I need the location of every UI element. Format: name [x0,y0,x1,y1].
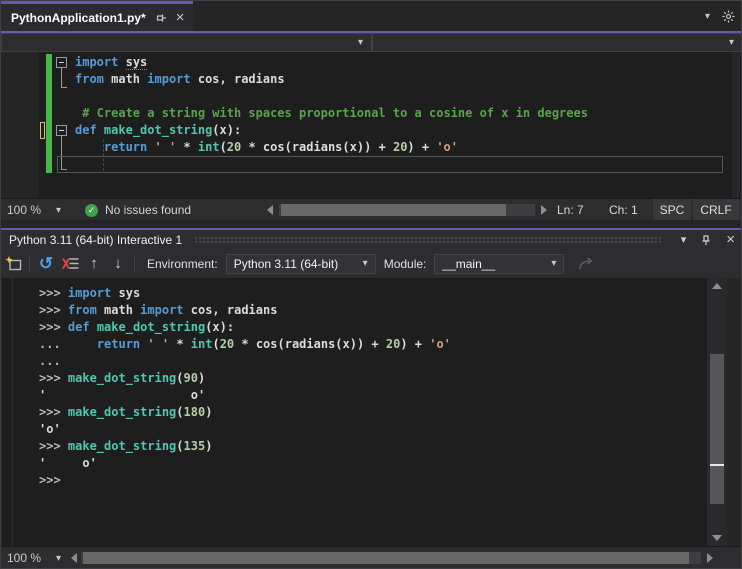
code-line: ... [39,354,61,368]
document-tab[interactable]: PythonApplication1.py* × [1,1,193,31]
scroll-right-arrow[interactable] [703,547,717,568]
editor-horizontal-scrollbar[interactable] [279,204,535,216]
spaces-indicator[interactable]: SPC [653,199,691,221]
document-tab-title: PythonApplication1.py* [11,10,146,25]
code-line: >>> from math import cos, radians [39,303,278,317]
current-line-highlight [57,156,723,173]
line-ending-indicator[interactable]: CRLF [693,199,739,221]
toolbar-separator [29,255,30,272]
environment-label: Environment: [147,256,218,271]
close-icon[interactable]: × [726,232,735,247]
pane-splitter[interactable] [1,220,741,228]
fold-toggle-icon[interactable] [56,57,67,68]
module-dropdown[interactable]: __main__ ▾ [434,253,565,274]
code-line: >>> make_dot_string(90) [39,371,206,385]
chevron-down-icon[interactable]: ▾ [705,11,710,22]
code-line: ' o' [39,456,97,470]
chevron-down-icon: ▾ [55,552,61,564]
module-label: Module: [383,256,427,271]
interactive-code-lines: >>> import sys >>> from math import cos, … [39,285,451,489]
code-line: # Create a string with spaces proportion… [75,106,588,120]
interactive-title: Python 3.11 (64-bit) Interactive 1 [9,232,183,247]
code-line: >>> [39,473,61,487]
code-line: ... return ' ' * int(20 * cos(radians(x)… [39,337,451,351]
code-line: >>> make_dot_string(180) [39,405,213,419]
pin-icon[interactable] [700,234,712,246]
navigation-bar: ▾ ▾ [1,33,741,52]
zoom-level-select[interactable]: 100 % ▾ [1,547,67,568]
reset-repl-icon[interactable]: ↺ [34,253,58,275]
code-editor[interactable]: import sys from math import cos, radians … [1,52,741,198]
indicator-margin [1,52,39,198]
chevron-down-icon: ▾ [357,37,363,48]
code-line: ' o' [39,388,206,402]
code-line: >>> make_dot_string(135) [39,439,213,453]
chevron-down-icon: ▾ [362,258,368,269]
code-line: 'o' [39,422,61,436]
interactive-vertical-scrollbar[interactable] [707,278,727,546]
interactive-status-bar: 100 % ▾ [1,546,741,568]
interactive-window: Python 3.11 (64-bit) Interactive 1 ▾ × ↺… [1,228,741,568]
vs-window: PythonApplication1.py* × ▾ ▾ ▾ import sy… [0,0,742,569]
environment-settings-icon[interactable] [1,253,25,275]
close-icon[interactable]: × [176,10,185,25]
zoom-level-value: 100 % [7,551,42,565]
code-line: from math import cos, radians [75,72,285,86]
module-value: __main__ [442,256,496,271]
document-tab-bar: PythonApplication1.py* × ▾ [1,1,741,31]
issues-text: No issues found [105,203,192,217]
code-line: >>> def make_dot_string(x): [39,320,235,334]
chevron-down-icon: ▾ [728,37,734,48]
gear-icon[interactable] [722,9,735,23]
scrollbar-caret-mark [710,464,724,466]
editor-status-bar: 100 % ▾ ✓ No issues found Ln: 7 Ch: 1 SP… [1,198,741,221]
fold-toggle-icon[interactable] [56,125,67,136]
code-line: return ' ' * int(20 * cos(radians(x)) + … [103,140,459,154]
fold-region-line [61,68,67,88]
environment-dropdown[interactable]: Python 3.11 (64-bit) ▾ [225,253,376,274]
environment-value: Python 3.11 (64-bit) [233,256,339,271]
change-tracking-bar [46,54,52,173]
code-line: >>> import sys [39,286,141,300]
interactive-toolbar: ↺ ↑ ↓ Environment: Python 3.11 (64-bit) … [1,249,741,278]
code-line: import sys [75,55,148,70]
zoom-level-value: 100 % [7,203,42,217]
history-previous-icon[interactable]: ↑ [82,253,106,275]
interactive-output[interactable]: >>> import sys >>> from math import cos, … [2,278,707,546]
clear-screen-icon[interactable] [58,253,82,275]
scroll-right-arrow[interactable] [537,199,551,221]
scroll-left-arrow[interactable] [67,547,81,568]
column-indicator: Ch: 1 [609,203,638,217]
interactive-title-bar[interactable]: Python 3.11 (64-bit) Interactive 1 ▾ × [1,230,741,249]
pin-icon[interactable] [155,12,167,24]
editor-scrollbar-strip[interactable] [732,52,740,198]
check-icon: ✓ [85,203,98,217]
title-grip-dots[interactable] [194,236,663,243]
scroll-down-arrow[interactable] [707,531,727,545]
issues-indicator[interactable]: ✓ No issues found [85,199,191,221]
scrollbar-thumb[interactable] [710,354,724,504]
interactive-horizontal-scrollbar[interactable] [81,552,701,564]
line-indicator: Ln: 7 [557,203,584,217]
history-next-icon[interactable]: ↓ [106,253,130,275]
scroll-left-arrow[interactable] [263,199,277,221]
nav-project-dropdown[interactable]: ▾ [1,33,372,52]
chevron-down-icon: ▾ [551,258,557,269]
change-tracking-mark [40,122,45,139]
scrollbar-thumb[interactable] [83,552,689,564]
chevron-down-icon: ▾ [55,204,61,216]
nav-member-dropdown[interactable]: ▾ [372,33,741,52]
code-line: def make_dot_string(x): [75,123,242,137]
tab-bar-controls: ▾ [705,1,735,31]
zoom-level-select[interactable]: 100 % ▾ [1,199,67,221]
toolbar-separator [134,255,135,272]
window-menu-chevron-icon[interactable]: ▾ [681,233,687,246]
send-to-interactive-icon[interactable] [574,253,598,275]
scrollbar-thumb[interactable] [281,204,506,216]
scroll-up-arrow[interactable] [707,279,727,293]
